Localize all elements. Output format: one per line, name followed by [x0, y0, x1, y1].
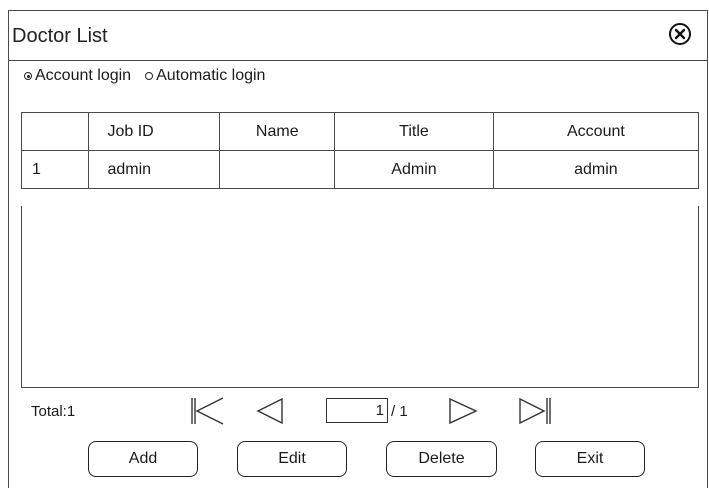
edit-button[interactable]: Edit [237, 441, 347, 477]
total-count: Total:1 [31, 403, 76, 420]
first-page-icon[interactable] [190, 397, 226, 425]
radio-checked-icon [24, 72, 32, 80]
header-name: Name [219, 112, 336, 151]
title-bar: Doctor List [9, 11, 707, 61]
close-button[interactable] [669, 23, 691, 45]
cell-account: admin [492, 150, 700, 189]
next-page-icon[interactable] [448, 397, 478, 425]
exit-button[interactable]: Exit [535, 441, 645, 477]
page-number-input[interactable]: 1 [326, 398, 388, 423]
automatic-login-radio[interactable]: Automatic login [145, 67, 265, 85]
table-header-row: Job ID Name Title Account [20, 112, 700, 151]
prev-page-icon[interactable] [256, 397, 284, 425]
automatic-login-label: Automatic login [156, 67, 266, 84]
login-mode-group: Account login Automatic login [24, 67, 279, 85]
doctor-table: Job ID Name Title Account 1 admin Admin … [20, 112, 700, 189]
close-icon [674, 28, 686, 40]
account-login-radio[interactable]: Account login [24, 67, 131, 85]
cell-index: 1 [20, 150, 90, 189]
cell-name [219, 150, 336, 189]
page-total: / 1 [391, 403, 408, 420]
cell-title: Admin [334, 150, 494, 189]
header-index [20, 112, 90, 151]
last-page-icon[interactable] [518, 397, 554, 425]
header-account: Account [492, 112, 700, 151]
header-title: Title [334, 112, 494, 151]
radio-unchecked-icon [145, 72, 154, 80]
delete-button[interactable]: Delete [386, 441, 497, 477]
account-login-label: Account login [35, 67, 132, 84]
dialog-title: Doctor List [12, 25, 108, 47]
table-empty-area [21, 206, 699, 388]
cell-job-id: admin [88, 150, 221, 189]
table-row[interactable]: 1 admin Admin admin [20, 150, 700, 189]
add-button[interactable]: Add [88, 441, 198, 477]
header-job-id: Job ID [88, 112, 221, 151]
